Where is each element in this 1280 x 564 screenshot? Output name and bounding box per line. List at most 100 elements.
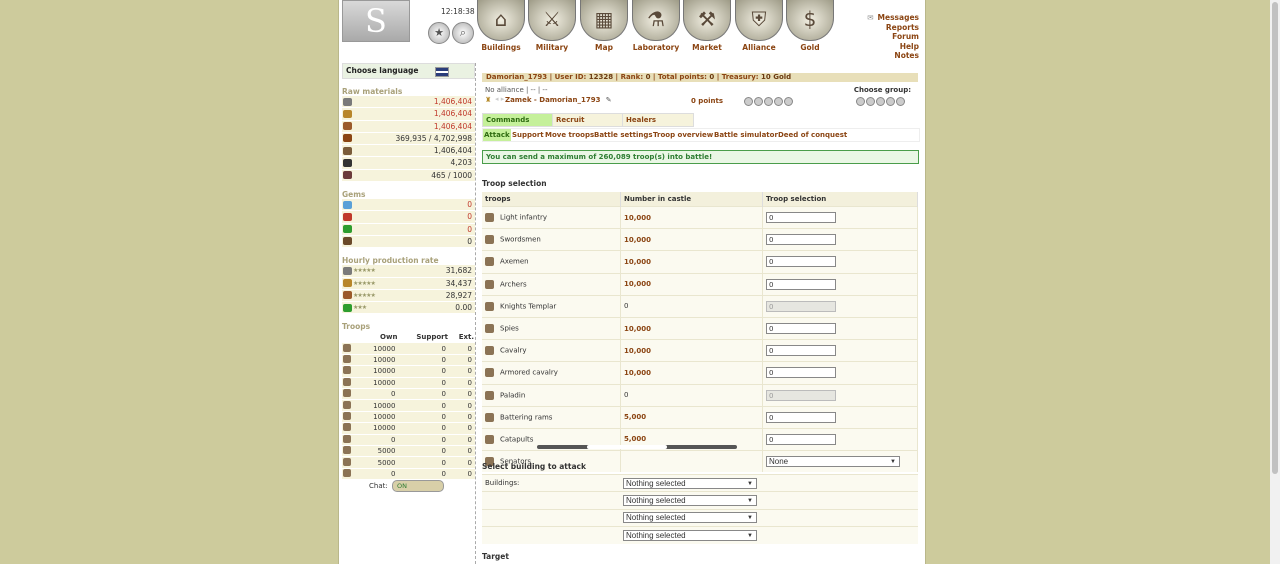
number-in-castle[interactable]: 5,000 <box>624 413 646 421</box>
col-support: Support <box>416 333 448 342</box>
nav-laboratory[interactable]: ⚗ Laboratory <box>631 0 681 52</box>
number-in-castle[interactable]: 10,000 <box>624 258 651 266</box>
col-troops: troops <box>482 192 621 207</box>
nav-market[interactable]: ⚒ Market <box>682 0 732 52</box>
game-logo[interactable]: S <box>342 0 410 42</box>
forum-link[interactable]: Forum <box>867 32 919 42</box>
group-dot[interactable] <box>866 97 875 106</box>
group-dot[interactable] <box>754 97 763 106</box>
group-dot[interactable] <box>886 97 895 106</box>
hourly-row: ★★★★★ 28,927 <box>342 289 475 303</box>
nav-label: Market <box>692 43 722 52</box>
number-in-castle[interactable]: 5,000 <box>624 435 646 443</box>
troop-amount-input[interactable]: 0 <box>766 212 836 224</box>
troop-select-cell: 0 <box>762 205 918 229</box>
chat-toggle[interactable]: ON <box>391 480 444 492</box>
troop-count-cell: 0 <box>620 383 763 407</box>
choose-language[interactable]: Choose language <box>342 63 475 79</box>
number-in-castle[interactable]: 10,000 <box>624 236 651 244</box>
troop-amount-input[interactable]: 0 <box>766 411 836 423</box>
building-target-select[interactable]: Nothing selected <box>623 477 757 489</box>
troop-amount-input[interactable]: 0 <box>766 323 836 335</box>
gems-row: 0 <box>342 211 475 224</box>
prev-castle-icon[interactable]: ◂ ▸ <box>495 95 504 103</box>
subtab-battle-settings[interactable]: Battle settings <box>593 129 654 141</box>
number-in-castle[interactable]: 10,000 <box>624 280 651 288</box>
search-icon[interactable]: ⌕ <box>452 22 474 44</box>
troop-selection-table: troops Number in castle Troop selection … <box>482 192 918 473</box>
troop-amount-input[interactable]: 0 <box>766 234 836 246</box>
troop-amount-input[interactable]: 0 <box>766 367 836 379</box>
troop-icon <box>485 412 494 422</box>
troop-icon <box>485 213 494 223</box>
help-link[interactable]: Help <box>867 42 919 52</box>
premium-star-icon[interactable]: ★ <box>428 22 450 44</box>
troop-amount-input[interactable]: 0 <box>766 256 836 268</box>
troop-name-cell: Swordsmen <box>482 228 621 251</box>
reports-link[interactable]: Reports <box>867 23 919 33</box>
tab-healers[interactable]: Healers <box>622 113 694 127</box>
group-dot[interactable] <box>784 97 793 106</box>
subtab-battle-simulator[interactable]: Battle simulator <box>713 129 779 141</box>
nav-buildings[interactable]: ⌂ Buildings <box>476 0 526 52</box>
troop-count: 0 <box>356 388 399 401</box>
number-in-castle[interactable]: 10,000 <box>624 369 651 377</box>
troop-count: 0 <box>448 354 475 367</box>
nav-military[interactable]: ⚔ Military <box>527 0 577 52</box>
nav-map[interactable]: ▦ Map <box>579 0 629 52</box>
troop-select-cell: 0 <box>762 427 918 451</box>
building-target-select[interactable]: Nothing selected <box>623 495 757 507</box>
building-select-title: Select building to attack <box>482 462 586 471</box>
page-scrollbar[interactable] <box>1270 0 1280 564</box>
messages-link[interactable]: ✉ Messages <box>867 13 919 23</box>
troop-amount-input[interactable]: 0 <box>766 433 836 445</box>
tab-commands[interactable]: Commands <box>482 113 554 127</box>
username[interactable]: Damorian_1793 <box>486 73 547 81</box>
group-dot[interactable] <box>896 97 905 106</box>
subtab-move-troops[interactable]: Move troops <box>544 129 595 141</box>
troop-select-cell: 0 <box>762 228 918 251</box>
troop-select-cell: 0 <box>762 272 918 296</box>
troop-name-cell: Knights Templar <box>482 294 621 318</box>
notes-link[interactable]: Notes <box>867 51 919 61</box>
building-select-row: Nothing selected <box>482 491 918 510</box>
group-dot[interactable] <box>744 97 753 106</box>
nav-alliance[interactable]: ⛨ Alliance <box>734 0 784 52</box>
troop-count: 0 <box>398 456 449 469</box>
senators-select[interactable]: None <box>766 456 900 468</box>
troop-count: 0 <box>448 377 475 390</box>
tab-recruit[interactable]: Recruit <box>552 113 624 127</box>
hourly-row: ★★★★★ 34,437 <box>342 277 475 290</box>
edit-pencil-icon[interactable]: ✎ <box>606 96 612 104</box>
troop-count: 0 <box>356 468 399 481</box>
castle-name[interactable]: Zamek - Damorian_1793 <box>505 96 600 104</box>
group-dot[interactable] <box>876 97 885 106</box>
subtab-troop-overview[interactable]: Troop overview <box>652 129 714 141</box>
horizontal-scrollbar[interactable] <box>537 445 737 449</box>
troop-count: 10000 <box>356 377 399 390</box>
group-dot[interactable] <box>764 97 773 106</box>
envelope-icon: ✉ <box>867 13 874 22</box>
subtab-deed-of-conquest[interactable]: Deed of conquest <box>777 129 848 141</box>
troop-row: Spies 10,000 0 <box>482 316 918 340</box>
number-in-castle[interactable]: 10,000 <box>624 325 651 333</box>
troop-amount-input: 0 <box>766 300 836 312</box>
troop-amount-input[interactable]: 0 <box>766 278 836 290</box>
uk-flag-icon[interactable] <box>435 67 449 77</box>
nav-gold[interactable]: $ Gold <box>785 0 835 52</box>
building-target-select[interactable]: Nothing selected <box>623 529 757 541</box>
sidebar-troop-row: 10000 0 0 <box>342 365 475 378</box>
number-in-castle[interactable]: 10,000 <box>624 214 651 222</box>
hammer-icon: ⚒ <box>683 0 731 41</box>
troop-amount-input[interactable]: 0 <box>766 345 836 357</box>
group-dot[interactable] <box>856 97 865 106</box>
troop-name-cell: Spies <box>482 316 621 340</box>
troop-count: 5000 <box>356 456 399 469</box>
subtab-support[interactable]: Support <box>511 129 545 141</box>
troop-count: 0 <box>448 388 475 401</box>
building-target-select[interactable]: Nothing selected <box>623 512 757 524</box>
group-dot[interactable] <box>774 97 783 106</box>
number-in-castle[interactable]: 10,000 <box>624 347 651 355</box>
subtab-attack[interactable]: Attack <box>483 129 511 141</box>
col-number-in-castle: Number in castle <box>620 192 763 207</box>
